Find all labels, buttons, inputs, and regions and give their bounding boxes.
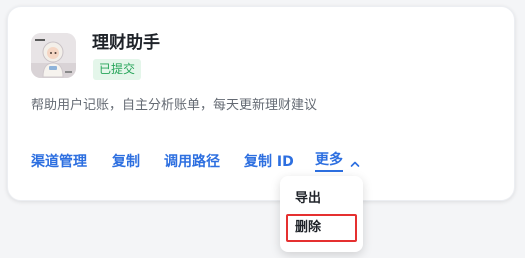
copy-id-link[interactable]: 复制 ID <box>244 152 294 172</box>
app-title: 理财助手 <box>92 33 160 53</box>
chevron-up-icon <box>349 156 361 168</box>
call-path-link[interactable]: 调用路径 <box>164 152 220 172</box>
more-menu: 导出 删除 <box>280 176 363 252</box>
menu-item-delete[interactable]: 删除 <box>286 214 357 242</box>
copy-link[interactable]: 复制 <box>112 152 140 172</box>
more-dropdown-toggle[interactable]: 更多 <box>315 152 361 172</box>
app-avatar-icon <box>31 33 76 78</box>
channel-manage-link[interactable]: 渠道管理 <box>31 152 87 172</box>
status-badge: 已提交 <box>93 59 142 80</box>
menu-item-export[interactable]: 导出 <box>286 185 357 213</box>
app-card: 理财助手 已提交 帮助用户记账，自主分析账单，每天更新理财建议 渠道管理 复制 … <box>7 6 515 201</box>
more-label: 更多 <box>315 152 343 172</box>
app-description: 帮助用户记账，自主分析账单，每天更新理财建议 <box>31 98 318 113</box>
